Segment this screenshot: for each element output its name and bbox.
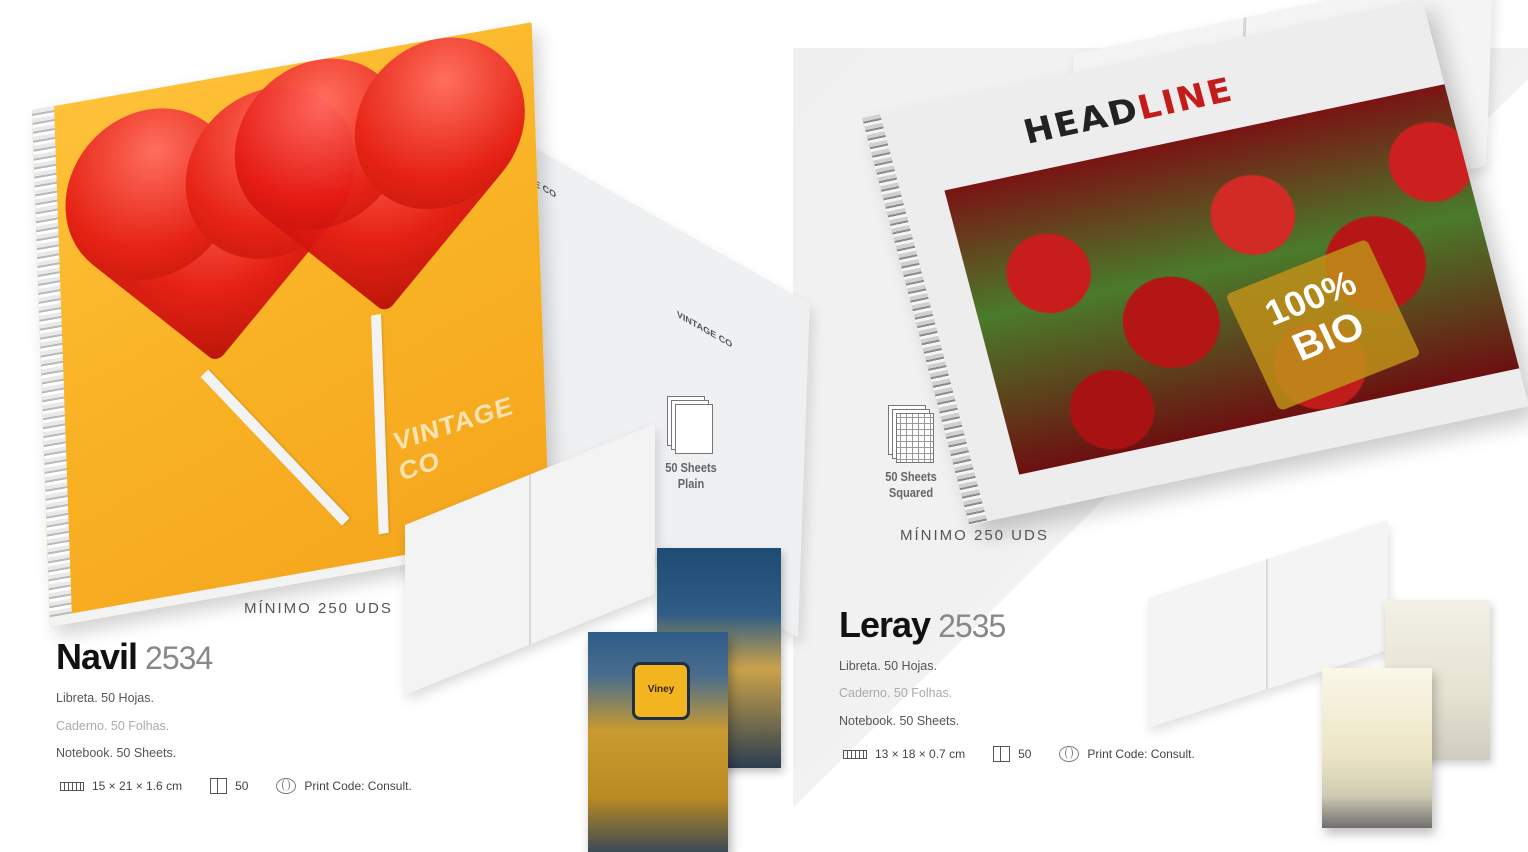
- heart-lollipop-2: [261, 74, 502, 314]
- leray-minimum-order: MÍNIMO 250 UDS: [900, 527, 1049, 544]
- qty-value: 50: [1018, 747, 1032, 761]
- print-icon: [1059, 746, 1080, 762]
- leray-variant-front: [1322, 668, 1432, 828]
- spec-print: Print Code: Consult.: [276, 778, 412, 794]
- cover-brand-text: VINTAGE CO: [391, 390, 516, 487]
- spec-size: 13 × 18 × 0.7 cm: [843, 747, 965, 761]
- navil-specs: 15 × 21 × 1.6 cm 50 Print Code: Consult.: [60, 778, 440, 794]
- leray-desc-es: Libreta. 50 Hojas.: [839, 659, 937, 673]
- qty-value: 50: [235, 779, 249, 793]
- bio-tag: 100% BIO: [1225, 238, 1421, 412]
- leray-desc-pt: Caderno. 50 Folhas.: [839, 686, 953, 700]
- spec-qty: 50: [210, 778, 248, 794]
- catalog-page: VINTAGE CO VINTAGE CO VINTAGE CO Viney 5…: [0, 0, 1528, 852]
- spiral-binding: [32, 106, 72, 618]
- plain-sheets-icon: [667, 396, 713, 454]
- lollipop-stick-1: [200, 369, 350, 526]
- navil-variant-front: Viney: [588, 632, 728, 852]
- size-value: 13 × 18 × 0.7 cm: [875, 747, 966, 761]
- size-value: 15 × 21 × 1.6 cm: [92, 779, 183, 793]
- print-value: Print Code: Consult.: [1087, 747, 1195, 761]
- box-icon: [210, 778, 228, 794]
- spec-size: 15 × 21 × 1.6 cm: [60, 779, 182, 793]
- product-name: Leray: [839, 604, 931, 645]
- spec-print: Print Code: Consult.: [1059, 746, 1195, 762]
- navil-desc-en: Notebook. 50 Sheets.: [56, 746, 177, 760]
- sheets-count: 50 Sheets: [665, 460, 717, 475]
- product-code: 2534: [145, 640, 213, 676]
- product-code: 2535: [938, 608, 1006, 644]
- print-value: Print Code: Consult.: [304, 779, 412, 793]
- ruler-icon: [60, 781, 84, 791]
- squared-sheets-icon: [888, 405, 934, 463]
- navil-desc-pt: Caderno. 50 Folhas.: [56, 719, 170, 733]
- leray-specs: 13 × 18 × 0.7 cm 50 Print Code: Consult.: [843, 746, 1223, 762]
- headline-part-2: LINE: [1133, 70, 1238, 129]
- navil-minimum-order: MÍNIMO 250 UDS: [244, 600, 393, 617]
- squared-sheets-caption: 50 Sheets Squared: [880, 469, 943, 501]
- navil-desc-es: Libreta. 50 Hojas.: [56, 691, 154, 705]
- ruler-icon: [843, 749, 867, 759]
- sheets-type: Squared: [888, 485, 934, 500]
- leray-desc-en: Notebook. 50 Sheets.: [839, 714, 960, 728]
- box-icon: [993, 746, 1011, 762]
- cover-badge: Viney: [632, 662, 690, 720]
- headline-part-1: HEAD: [1019, 90, 1144, 153]
- spec-qty: 50: [993, 746, 1031, 762]
- product-name: Navil: [56, 636, 138, 677]
- plain-sheets-caption: 50 Sheets Plain: [660, 460, 721, 492]
- navil-inside-logo-2: VINTAGE CO: [676, 308, 733, 350]
- sheets-type: Plain: [677, 476, 705, 491]
- leray-product-title: Leray 2535: [839, 604, 1006, 646]
- lollipop-stick-2: [371, 313, 389, 535]
- sheets-count: 50 Sheets: [885, 469, 937, 484]
- navil-product-title: Navil 2534: [56, 636, 213, 678]
- print-icon: [276, 778, 297, 794]
